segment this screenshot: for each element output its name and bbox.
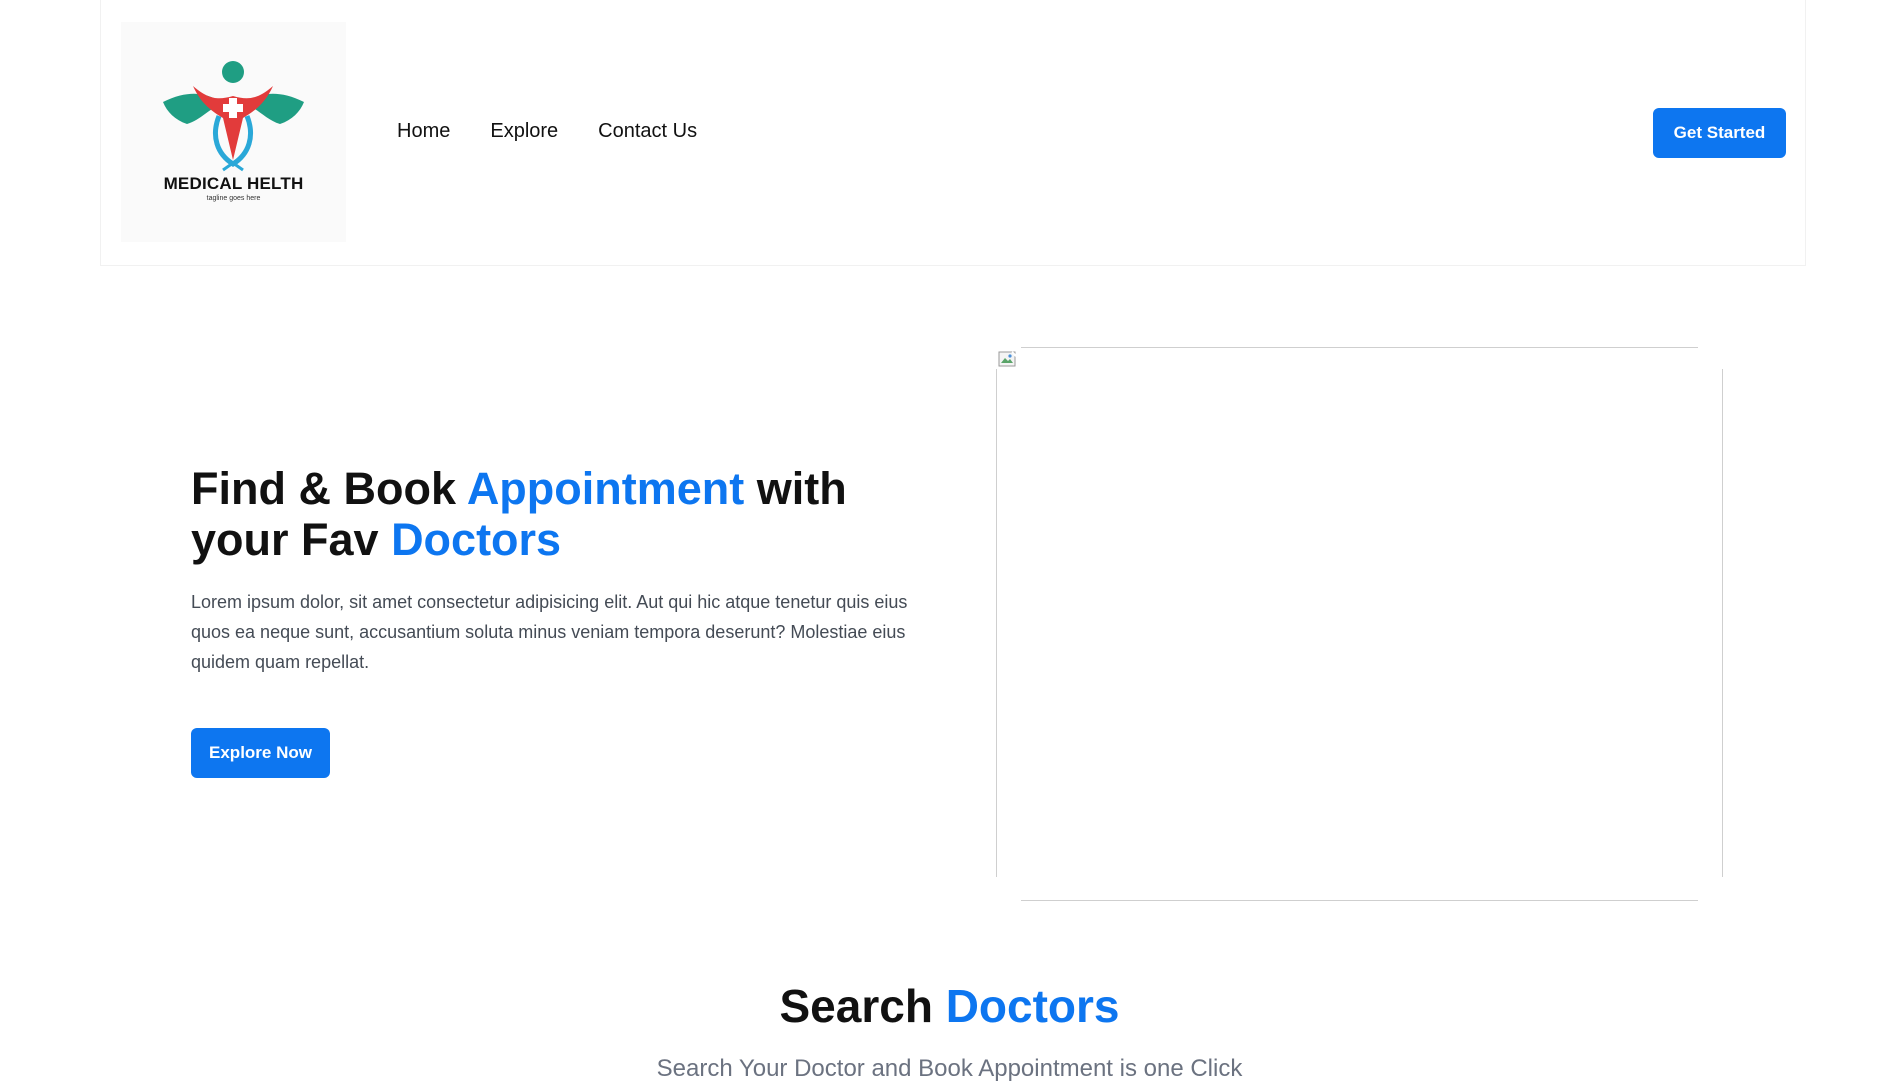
search-section-title: Search Doctors (0, 978, 1899, 1034)
site-header: MEDICAL HELTH tagline goes here Home Exp… (100, 0, 1806, 266)
hero-title-accent-doctors: Doctors (391, 514, 562, 565)
brand-name: MEDICAL HELTH (163, 174, 304, 193)
explore-now-button[interactable]: Explore Now (191, 728, 330, 778)
broken-image-icon (998, 351, 1017, 367)
search-title-part1: Search (779, 980, 946, 1032)
medical-figure-with-wings-icon (163, 61, 304, 172)
hero-title: Find & Book Appointment with your Fav Do… (191, 463, 951, 565)
get-started-button[interactable]: Get Started (1653, 108, 1786, 158)
brand-logo[interactable]: MEDICAL HELTH tagline goes here (121, 22, 346, 242)
hero-title-part1: Find & Book (191, 463, 467, 514)
image-border-bottom (1021, 900, 1698, 901)
search-title-accent: Doctors (945, 980, 1120, 1032)
nav-link-home[interactable]: Home (397, 120, 450, 143)
hero-description: Lorem ipsum dolor, sit amet consectetur … (191, 592, 908, 672)
hero-image (996, 347, 1723, 901)
image-border-right (1722, 369, 1723, 877)
hero-title-accent-appointment: Appointment (466, 463, 745, 514)
nav-link-contact-us[interactable]: Contact Us (598, 120, 697, 143)
image-border-top (1021, 347, 1698, 348)
main-nav: Home Explore Contact Us (397, 120, 697, 143)
brand-tagline: tagline goes here (206, 195, 261, 202)
image-border-left (996, 369, 997, 877)
nav-link-explore[interactable]: Explore (490, 120, 558, 143)
